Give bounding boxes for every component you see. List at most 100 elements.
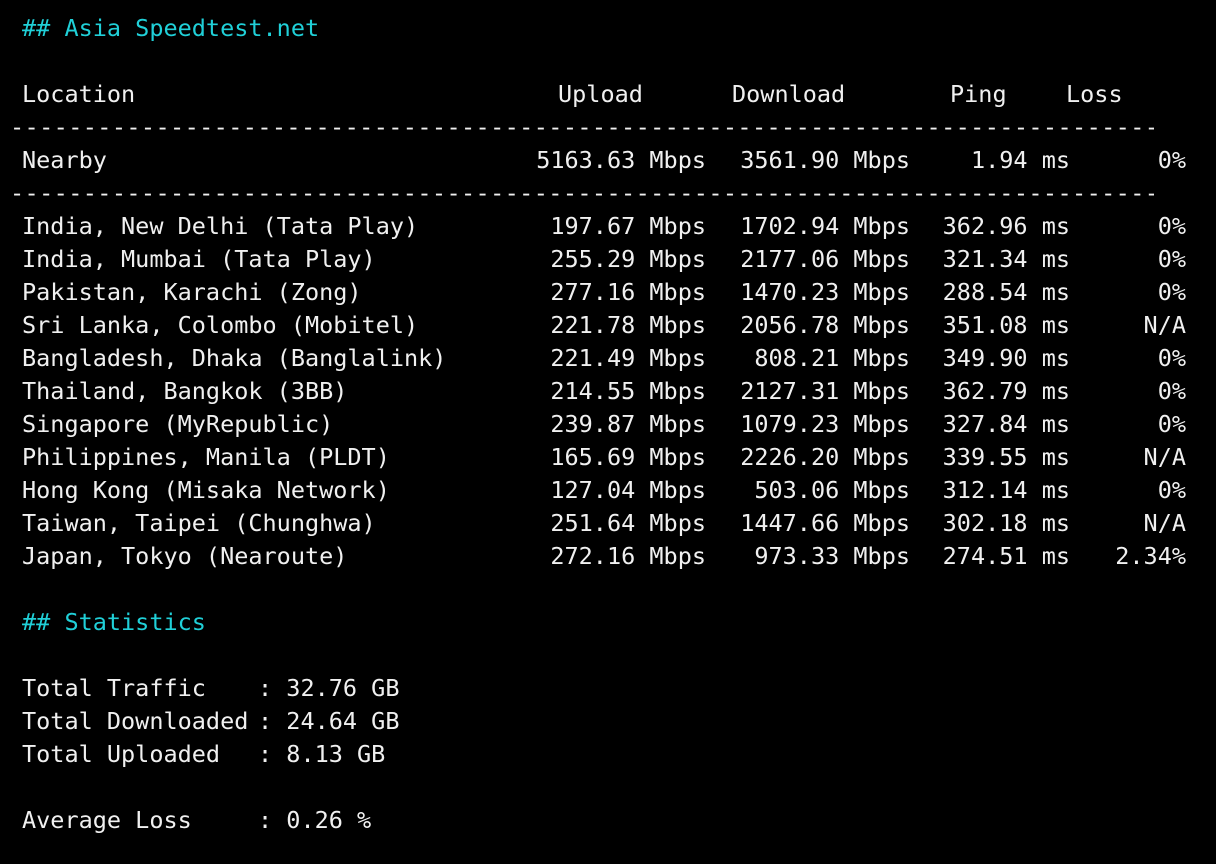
header-location: Location xyxy=(22,80,136,108)
row-download: 2127.31 Mbps xyxy=(740,377,910,405)
stat-value: : 24.64 GB xyxy=(258,707,400,735)
table-row: Sri Lanka, Colombo (Mobitel) 221.78 Mbps… xyxy=(22,309,1202,342)
row-loss: 0% xyxy=(1157,410,1186,438)
row-download: 1470.23 Mbps xyxy=(740,278,910,306)
table-header-row: Location Upload Download Ping Loss xyxy=(22,78,1202,111)
row-location: Pakistan, Karachi (Zong) xyxy=(22,278,362,306)
row-download: 1079.23 Mbps xyxy=(740,410,910,438)
row-download: 3561.90 Mbps xyxy=(740,146,910,174)
row-upload: 165.69 Mbps xyxy=(550,443,706,471)
row-location: India, New Delhi (Tata Play) xyxy=(22,212,419,240)
row-location: Nearby xyxy=(22,146,107,174)
row-loss: N/A xyxy=(1143,311,1186,339)
row-location: Taiwan, Taipei (Chunghwa) xyxy=(22,509,376,537)
row-location: Singapore (MyRepublic) xyxy=(22,410,334,438)
row-download: 503.06 Mbps xyxy=(754,476,910,504)
row-download: 2226.20 Mbps xyxy=(740,443,910,471)
stat-average-loss: Average Loss : 0.26 % xyxy=(22,804,1202,837)
row-upload: 239.87 Mbps xyxy=(550,410,706,438)
terminal-output: ## Asia Speedtest.net Location Upload Do… xyxy=(10,12,1202,837)
separator-dashes: ----------------------------------------… xyxy=(10,179,1154,207)
separator-dashes: ----------------------------------------… xyxy=(10,113,1154,141)
row-loss: 0% xyxy=(1157,245,1186,273)
row-loss: 0% xyxy=(1157,146,1186,174)
stat-label: Total Traffic xyxy=(22,674,206,702)
row-loss: 0% xyxy=(1157,476,1186,504)
table-row: Bangladesh, Dhaka (Banglalink) 221.49 Mb… xyxy=(22,342,1202,375)
row-upload: 251.64 Mbps xyxy=(550,509,706,537)
row-ping: 351.08 ms xyxy=(942,311,1070,339)
table-row: Philippines, Manila (PLDT) 165.69 Mbps 2… xyxy=(22,441,1202,474)
stat-total-downloaded: Total Downloaded : 24.64 GB xyxy=(22,705,1202,738)
row-download: 808.21 Mbps xyxy=(754,344,910,372)
table-row: India, New Delhi (Tata Play) 197.67 Mbps… xyxy=(22,210,1202,243)
stat-value: : 32.76 GB xyxy=(258,674,400,702)
table-row: Taiwan, Taipei (Chunghwa) 251.64 Mbps 14… xyxy=(22,507,1202,540)
stat-total-uploaded: Total Uploaded : 8.13 GB xyxy=(22,738,1202,771)
row-upload: 277.16 Mbps xyxy=(550,278,706,306)
separator-line-top: ----------------------------------------… xyxy=(10,111,1202,144)
stat-value: : 8.13 GB xyxy=(258,740,386,768)
stat-value: : 0.26 % xyxy=(258,806,372,834)
row-upload: 255.29 Mbps xyxy=(550,245,706,273)
row-upload: 214.55 Mbps xyxy=(550,377,706,405)
row-ping: 349.90 ms xyxy=(942,344,1070,372)
asia-speedtest-heading: ## Asia Speedtest.net xyxy=(22,14,320,42)
stat-label: Average Loss xyxy=(22,806,192,834)
row-download: 973.33 Mbps xyxy=(754,542,910,570)
row-location: Philippines, Manila (PLDT) xyxy=(22,443,390,471)
row-location: India, Mumbai (Tata Play) xyxy=(22,245,376,273)
row-ping: 362.96 ms xyxy=(942,212,1070,240)
stat-label: Total Downloaded xyxy=(22,707,249,735)
row-ping: 339.55 ms xyxy=(942,443,1070,471)
row-loss: 0% xyxy=(1157,278,1186,306)
header-upload: Upload xyxy=(558,80,643,108)
table-row: Hong Kong (Misaka Network) 127.04 Mbps 5… xyxy=(22,474,1202,507)
table-row-nearby: Nearby 5163.63 Mbps 3561.90 Mbps 1.94 ms… xyxy=(22,144,1202,177)
stat-total-traffic: Total Traffic : 32.76 GB xyxy=(22,672,1202,705)
row-loss: 0% xyxy=(1157,344,1186,372)
row-ping: 327.84 ms xyxy=(942,410,1070,438)
row-ping: 312.14 ms xyxy=(942,476,1070,504)
row-upload: 5163.63 Mbps xyxy=(536,146,706,174)
table-row: Singapore (MyRepublic) 239.87 Mbps 1079.… xyxy=(22,408,1202,441)
row-location: Japan, Tokyo (Nearoute) xyxy=(22,542,348,570)
row-location: Hong Kong (Misaka Network) xyxy=(22,476,390,504)
row-upload: 127.04 Mbps xyxy=(550,476,706,504)
row-location: Bangladesh, Dhaka (Banglalink) xyxy=(22,344,447,372)
statistics-heading: ## Statistics xyxy=(22,608,206,636)
row-ping: 1.94 ms xyxy=(970,146,1070,174)
row-ping: 362.79 ms xyxy=(942,377,1070,405)
table-row: Thailand, Bangkok (3BB) 214.55 Mbps 2127… xyxy=(22,375,1202,408)
header-download: Download xyxy=(732,80,846,108)
row-download: 2056.78 Mbps xyxy=(740,311,910,339)
row-upload: 272.16 Mbps xyxy=(550,542,706,570)
table-row: India, Mumbai (Tata Play) 255.29 Mbps 21… xyxy=(22,243,1202,276)
row-download: 1447.66 Mbps xyxy=(740,509,910,537)
row-ping: 288.54 ms xyxy=(942,278,1070,306)
stat-label: Total Uploaded xyxy=(22,740,221,768)
row-ping: 274.51 ms xyxy=(942,542,1070,570)
separator-line-bottom: ----------------------------------------… xyxy=(10,177,1202,210)
row-download: 1702.94 Mbps xyxy=(740,212,910,240)
row-upload: 221.49 Mbps xyxy=(550,344,706,372)
row-loss: N/A xyxy=(1143,509,1186,537)
row-loss: 2.34% xyxy=(1115,542,1186,570)
row-loss: 0% xyxy=(1157,212,1186,240)
row-location: Sri Lanka, Colombo (Mobitel) xyxy=(22,311,419,339)
table-row: Pakistan, Karachi (Zong) 277.16 Mbps 147… xyxy=(22,276,1202,309)
row-upload: 221.78 Mbps xyxy=(550,311,706,339)
row-upload: 197.67 Mbps xyxy=(550,212,706,240)
row-loss: 0% xyxy=(1157,377,1186,405)
header-loss: Loss xyxy=(1066,80,1123,108)
row-location: Thailand, Bangkok (3BB) xyxy=(22,377,348,405)
row-download: 2177.06 Mbps xyxy=(740,245,910,273)
row-ping: 302.18 ms xyxy=(942,509,1070,537)
header-ping: Ping xyxy=(950,80,1007,108)
row-ping: 321.34 ms xyxy=(942,245,1070,273)
row-loss: N/A xyxy=(1143,443,1186,471)
